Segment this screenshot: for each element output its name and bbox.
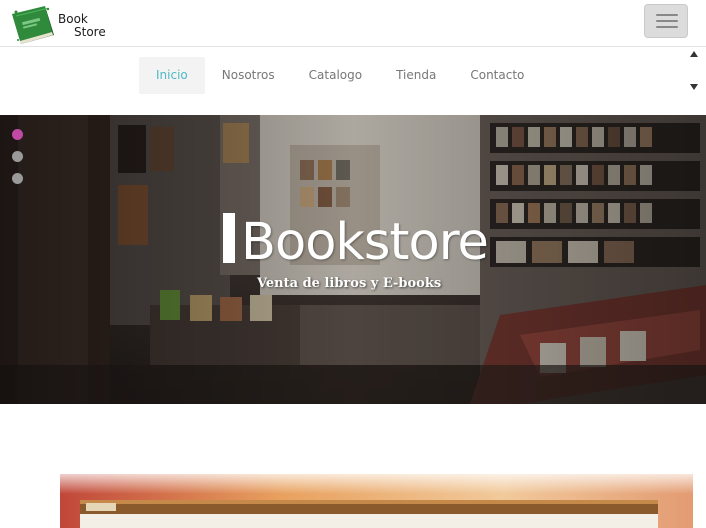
menu-toggle-button[interactable] [644,4,688,38]
hamburger-icon [656,14,678,16]
arrow-up-icon[interactable] [690,51,698,57]
nav-item-contacto[interactable]: Contacto [453,57,541,94]
hero-title-text: Bookstore [241,213,489,272]
main-nav: Inicio Nosotros Catalogo Tienda Contacto [139,57,541,94]
hamburger-icon-line [656,26,678,28]
hero-subtitle: Venta de libros y E-books [257,276,442,291]
carousel-dot-3[interactable] [12,173,23,184]
hero-title-bar [223,213,235,263]
hero-carousel: Bookstore Venta de libros y E-books [0,115,706,404]
carousel-dot-1[interactable] [12,129,23,140]
page: Book Store Inicio Nosotros Catalogo Tien… [0,0,706,528]
nav-item-inicio[interactable]: Inicio [139,57,205,94]
book-icon [12,6,54,44]
arrow-down-icon[interactable] [690,84,698,90]
featured-image-graphic [60,474,693,528]
nav-item-tienda[interactable]: Tienda [379,57,453,94]
top-bar: Book Store [0,0,706,47]
nav-bar: Inicio Nosotros Catalogo Tienda Contacto [0,47,706,115]
carousel-dot-2[interactable] [12,151,23,162]
brand-logo-link[interactable]: Book Store [10,4,110,46]
hamburger-icon-line [656,20,678,22]
brand-line-2: Store [74,25,106,39]
nav-item-catalogo[interactable]: Catalogo [292,57,379,94]
hero-title: Bookstore [223,213,489,273]
featured-image [60,474,693,528]
nav-scrollbar[interactable] [686,47,703,95]
brand-name: Book Store [58,13,106,39]
nav-item-nosotros[interactable]: Nosotros [205,57,292,94]
